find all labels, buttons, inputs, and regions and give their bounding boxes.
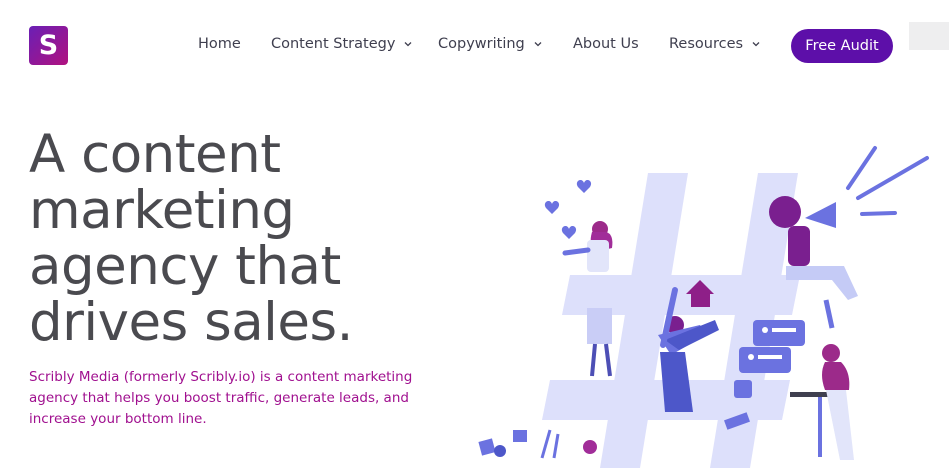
hero-subtitle-line: increase your bottom line. [29,411,207,427]
hero-subtitle-line: Scribly Media (formerly Scribly.io) is a… [29,369,413,385]
nav-content-strategy[interactable]: Content Strategy [271,36,412,52]
hero-title-line: A content [29,124,281,185]
nav-about-us-label: About Us [573,36,639,52]
scribly-logo[interactable]: S [29,26,68,65]
hero-title: A content marketing agency that drives s… [29,127,449,351]
chevron-down-icon [404,42,412,47]
megaphone-rays [846,146,929,216]
chevron-down-icon [534,42,542,47]
hashtag-social-illustration [478,146,929,468]
nav-resources[interactable]: Resources [669,36,760,52]
nav-about-us[interactable]: About Us [573,36,639,52]
hero-title-line: marketing [29,180,295,241]
heart-icons [544,180,592,239]
hero-subtitle-line: agency that helps you boost traffic, gen… [29,390,409,406]
nav-content-strategy-label: Content Strategy [271,36,396,52]
hero-subtitle: Scribly Media (formerly Scribly.io) is a… [29,367,414,430]
nav-copywriting[interactable]: Copywriting [438,36,542,52]
hero-title-line: agency that [29,236,341,297]
thumbs-up-icon [734,380,752,398]
nav-resources-label: Resources [669,36,744,52]
nav-copywriting-label: Copywriting [438,36,525,52]
hero-title-line: drives sales. [29,292,353,353]
chevron-down-icon [752,42,760,47]
free-audit-button[interactable]: Free Audit [791,29,893,63]
logo-letter: S [38,30,59,61]
nav-home[interactable]: Home [198,36,241,52]
nav-home-label: Home [198,36,241,52]
laptop-woman-figure [790,344,854,460]
side-tab[interactable] [909,22,949,50]
free-audit-label: Free Audit [805,38,879,54]
